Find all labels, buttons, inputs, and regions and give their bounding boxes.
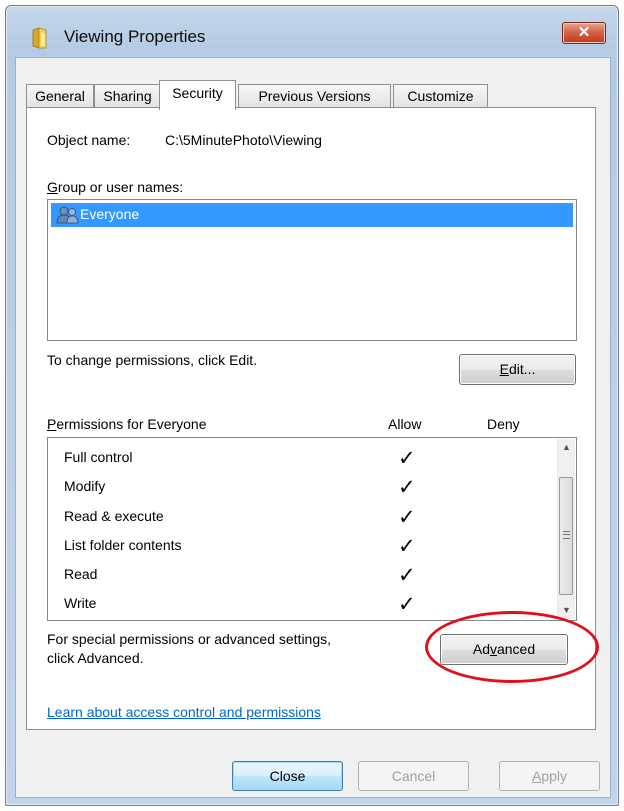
scroll-up-arrow-icon[interactable]: ▲ <box>558 439 575 456</box>
allow-check-icon: ✓ <box>398 535 416 558</box>
permission-name: Full control <box>64 449 133 465</box>
allow-column-header: Allow <box>388 416 422 432</box>
permissions-accesskey: P <box>47 416 57 432</box>
permissions-label-text: ermissions for Everyone <box>56 416 207 432</box>
object-name-value: C:\5MinutePhoto\Viewing <box>165 132 322 148</box>
object-name-label: Object name: <box>47 132 131 148</box>
allow-check-icon: ✓ <box>398 506 416 529</box>
apply-accesskey: A <box>531 768 542 784</box>
tab-sharing[interactable]: Sharing <box>94 84 161 108</box>
dialog-body: General Sharing Security Previous Versio… <box>15 57 611 798</box>
title-bar[interactable]: Viewing Properties ✕ <box>6 6 618 62</box>
window-title: Viewing Properties <box>64 27 206 46</box>
edit-accesskey: E <box>499 361 509 377</box>
permission-name: Modify <box>64 478 106 494</box>
cancel-button[interactable]: Cancel <box>358 761 469 791</box>
special-permissions-text-2: click Advanced. <box>47 650 144 666</box>
special-permissions-text: For special permissions or advanced sett… <box>47 631 332 647</box>
permission-row: Modify ✓ <box>64 474 544 503</box>
permission-row: Full control ✓ <box>64 445 544 474</box>
list-item-everyone[interactable]: Everyone <box>51 203 573 227</box>
tab-previous-versions[interactable]: Previous Versions <box>238 84 391 108</box>
annotation-circle <box>425 611 599 683</box>
allow-check-icon: ✓ <box>398 593 416 616</box>
permission-name: Write <box>64 595 97 611</box>
permissions-scrollbar[interactable]: ▲ ▼ <box>557 439 575 619</box>
permission-name: Read <box>64 566 98 582</box>
close-button[interactable]: Close <box>232 761 343 791</box>
deny-column-header: Deny <box>487 416 520 432</box>
scrollbar-thumb[interactable] <box>559 477 573 595</box>
properties-window: Viewing Properties ✕ General Sharing Sec… <box>5 5 619 806</box>
window-close-button[interactable]: ✕ <box>562 22 606 44</box>
tab-general[interactable]: General <box>26 84 94 108</box>
edit-button[interactable]: Edit... <box>459 354 576 385</box>
folder-icon <box>32 27 47 49</box>
group-user-listbox[interactable]: Everyone <box>47 199 577 341</box>
permission-row: Read ✓ <box>64 562 544 591</box>
edit-label: dit... <box>508 361 536 377</box>
group-names-label-accesskey: G <box>47 179 58 195</box>
permission-name: Read & execute <box>64 508 164 524</box>
learn-access-control-link[interactable]: Learn about access control and permissio… <box>47 704 321 720</box>
tab-security[interactable]: Security <box>159 80 236 110</box>
apply-label: pply <box>541 768 568 784</box>
allow-check-icon: ✓ <box>398 447 416 470</box>
scrollbar-grip-icon <box>563 531 570 539</box>
user-name: Everyone <box>80 206 140 222</box>
change-permissions-hint: To change permissions, click Edit. <box>47 352 258 368</box>
permission-row: Read & execute ✓ <box>64 504 544 533</box>
permission-name: List folder contents <box>64 537 182 553</box>
users-icon <box>56 206 79 224</box>
apply-button[interactable]: Apply <box>499 761 600 791</box>
permissions-label: Permissions for Everyone <box>47 416 207 432</box>
permissions-list[interactable]: Full control ✓ Modify ✓ Read & execute ✓… <box>47 437 577 621</box>
allow-check-icon: ✓ <box>398 564 416 587</box>
permission-row: List folder contents ✓ <box>64 533 544 562</box>
tab-customize[interactable]: Customize <box>393 84 488 108</box>
group-names-label-text: roup or user names: <box>57 179 184 195</box>
allow-check-icon: ✓ <box>398 476 416 499</box>
group-names-label: Group or user names: <box>47 179 183 195</box>
